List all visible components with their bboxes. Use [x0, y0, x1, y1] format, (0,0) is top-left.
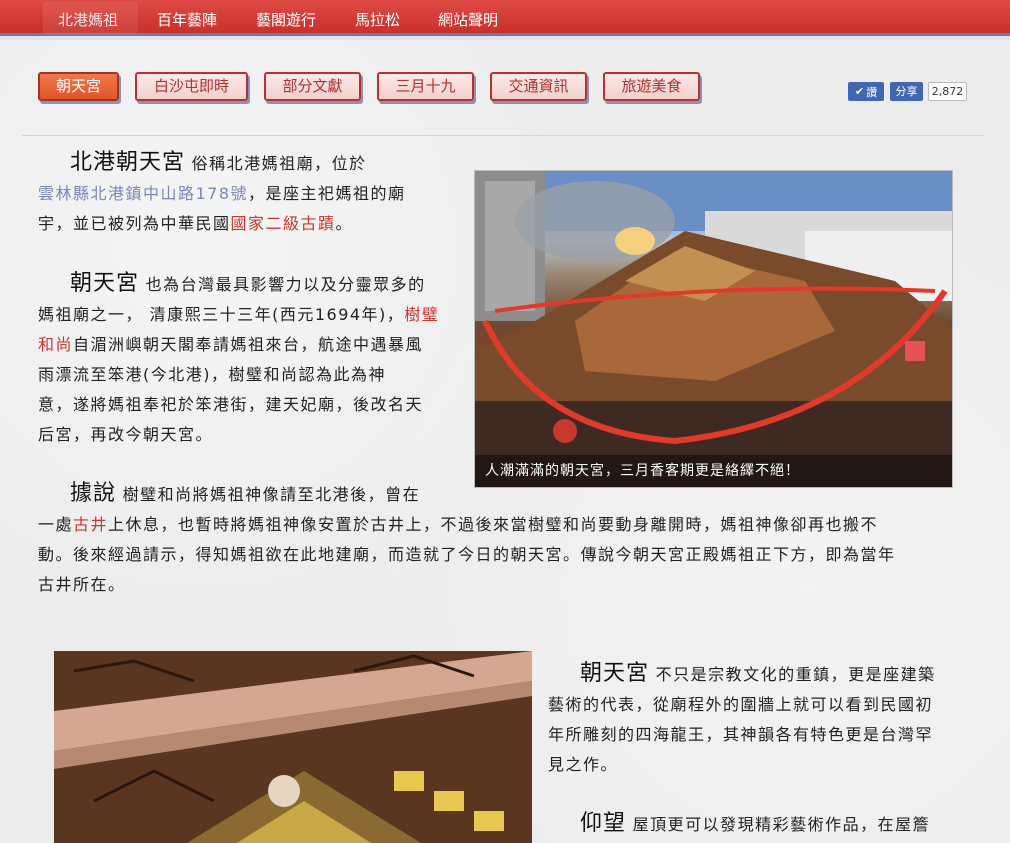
p1-text-1: 俗稱北港媽祖廟，位於: [191, 154, 367, 173]
tab-travel-food[interactable]: 旅遊美食: [603, 72, 700, 101]
ancient-well-link[interactable]: 古井: [73, 515, 108, 534]
p2-text-2: 媽祖廟之一， 清康熙三十三年(西元1694年)，: [38, 305, 405, 324]
p1-text-3: 宇，並已被列為中華民國: [38, 214, 231, 233]
nav-item-beigang-mazu[interactable]: 北港媽祖: [58, 9, 118, 30]
address-link[interactable]: 雲林縣北港鎮中山路178號: [38, 184, 248, 203]
p1-text-4: 。: [335, 214, 354, 233]
heritage-link[interactable]: 國家二級古蹟: [231, 214, 336, 233]
p3-text-1: 樹璧和尚將媽祖神像請至北港後，曾在: [122, 485, 421, 504]
heading-legend: 據說: [70, 481, 117, 506]
heading-chaotian-2: 朝天宮: [70, 271, 140, 296]
p4-text-3: 年所雕刻的四海龍王，其神韻各有特色更是台灣罕: [548, 725, 934, 744]
tab-chaotian-temple[interactable]: 朝天宮: [38, 72, 119, 101]
architecture-paragraph: 朝天宮 不只是宗教文化的重鎮，更是座建築 藝術的代表，從廟程外的圍牆上就可以看到…: [548, 659, 968, 780]
tab-march-19[interactable]: 三月十九: [377, 72, 474, 101]
p2-text-6: 后宮，再改今朝天宮。: [38, 425, 214, 444]
ceiling-carving-illustration: [54, 651, 532, 843]
roof-paragraph: 仰望 屋頂更可以發現精彩藝術作品，在屋簷: [548, 809, 968, 840]
nav-item-folk-troupes[interactable]: 百年藝陣: [157, 9, 217, 30]
tab-baishatun-live[interactable]: 白沙屯即時: [135, 72, 248, 101]
p2-text-5: 意，遂將媽祖奉祀於笨港街，建天妃廟，後改名天: [38, 395, 424, 414]
check-icon: ✔: [854, 85, 865, 98]
p3-text-2b: 上休息，也暫時將媽祖神像安置於古井上，不過後來當樹璧和尚要動身離開時，媽祖神像卻…: [108, 515, 879, 534]
history-paragraph: 朝天宮 也為台灣最具影響力以及分靈眾多的 媽祖廟之一， 清康熙三十三年(西元16…: [38, 269, 468, 450]
p1-text-2: ，是座主祀媽祖的廟: [248, 184, 406, 203]
nav-item-site-statement[interactable]: 網站聲明: [438, 9, 498, 30]
p4-text-1: 不只是宗教文化的重鎮，更是座建築: [655, 665, 936, 684]
tab-documents[interactable]: 部分文獻: [264, 72, 361, 101]
heading-look-up: 仰望: [580, 811, 627, 836]
p4-text-2: 藝術的代表，從廟程外的圍牆上就可以看到民國初: [548, 695, 934, 714]
temple-crowd-illustration: [475, 171, 952, 487]
p2-text-4: 雨漂流至笨港(今北港)，樹璧和尚認為此為神: [38, 365, 386, 384]
heading-chaotian-3: 朝天宮: [580, 661, 650, 686]
legend-paragraph: 據說 樹璧和尚將媽祖神像請至北港後，曾在 一處古井上休息，也暫時將媽祖神像安置於…: [38, 479, 978, 600]
share-count-badge: 2,872: [928, 82, 967, 101]
fb-like-button[interactable]: ✔ 讚: [848, 82, 884, 101]
p3-text-3: 動。後來經過請示，得知媽祖欲在此地建廟，而造就了今日的朝天宮。傳說今朝天宮正殿媽…: [38, 545, 896, 564]
p5-text-1: 屋頂更可以發現精彩藝術作品，在屋簷: [632, 815, 931, 834]
temple-crowd-photo: 人潮滿滿的朝天宮，三月香客期更是絡繹不絕！: [474, 170, 953, 488]
fb-share-button[interactable]: 分享: [890, 82, 923, 101]
p2-text-3: 自湄洲嶼朝天閣奉請媽祖來台，航途中遇暴風: [73, 335, 424, 354]
p2-text-1: 也為台灣最具影響力以及分靈眾多的: [145, 275, 426, 294]
divider: [22, 135, 984, 136]
nav-item-marathon[interactable]: 馬拉松: [355, 9, 400, 30]
p3-text-2a: 一處: [38, 515, 74, 534]
intro-paragraph: 北港朝天宮 俗稱北港媽祖廟，位於 雲林縣北港鎮中山路178號，是座主祀媽祖的廟 …: [38, 148, 458, 239]
heading-beigang-chaotian: 北港朝天宮: [70, 150, 186, 175]
fb-like-label: 讚: [866, 85, 878, 99]
monk-link-b[interactable]: 和尚: [38, 335, 73, 354]
top-nav-bar: 北港媽祖 百年藝陣 藝閣遊行 馬拉松 網站聲明: [0, 0, 1010, 36]
p3-text-4: 古井所在。: [38, 575, 126, 594]
nav-item-float-parade[interactable]: 藝閣遊行: [256, 9, 316, 30]
monk-link-a[interactable]: 樹璧: [404, 305, 439, 324]
p4-text-4: 見之作。: [548, 755, 619, 774]
temple-ceiling-photo: [54, 651, 532, 843]
tab-transport-info[interactable]: 交通資訊: [490, 72, 587, 101]
